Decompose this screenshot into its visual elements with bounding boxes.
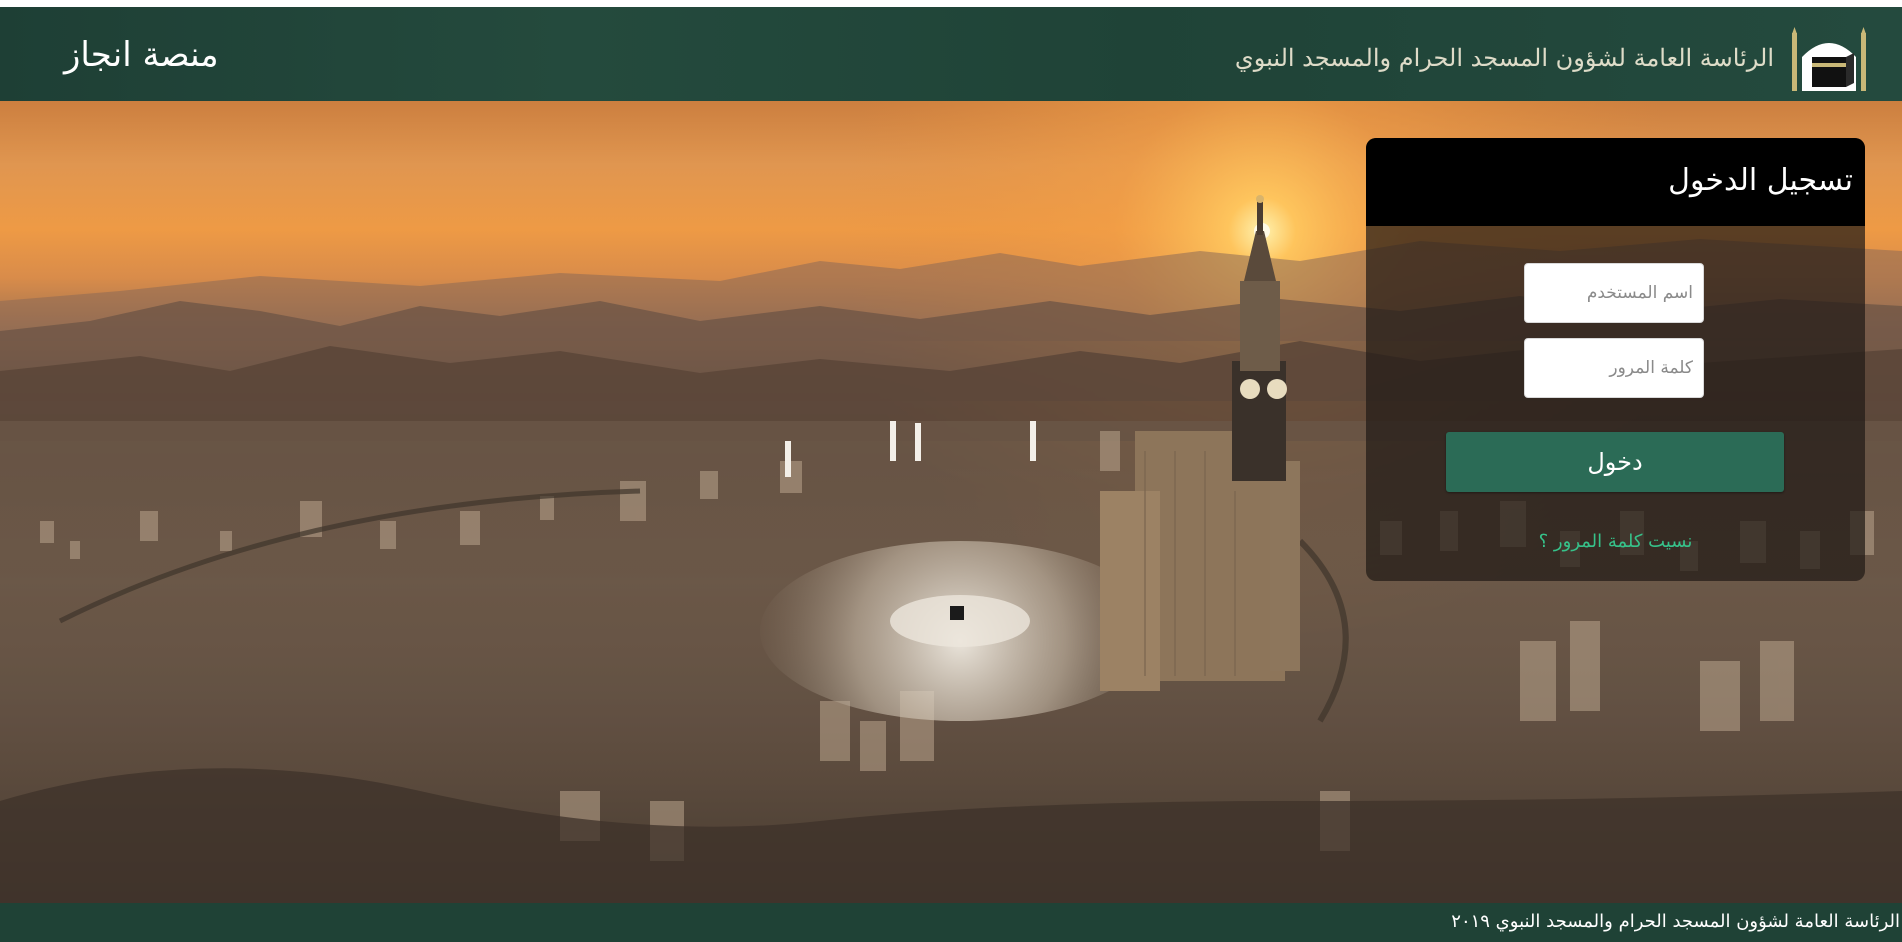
brand-title: منصة انجاز <box>64 35 219 75</box>
login-title: تسجيل الدخول <box>1668 163 1853 198</box>
login-button[interactable]: دخول <box>1446 432 1784 492</box>
login-header: تسجيل الدخول <box>1366 138 1865 226</box>
username-input[interactable] <box>1524 263 1704 323</box>
password-input[interactable] <box>1524 338 1704 398</box>
top-strip <box>0 0 1902 7</box>
organization-logo: الرئاسة العامة لشؤون المسجد الحرام والمس… <box>1235 21 1888 93</box>
footer-copyright: الرئاسة العامة لشؤون المسجد الحرام والمس… <box>1451 911 1900 932</box>
footer-bar: الرئاسة العامة لشؤون المسجد الحرام والمس… <box>0 903 1902 942</box>
header-bar: منصة انجاز الرئاسة العامة لشؤون المسجد ا… <box>0 7 1902 101</box>
login-panel: تسجيل الدخول دخول نسيت كلمة المرور ؟ <box>1366 138 1865 581</box>
kaaba-emblem-icon <box>1792 27 1866 91</box>
organization-name-calligraphy: الرئاسة العامة لشؤون المسجد الحرام والمس… <box>1234 44 1774 72</box>
forgot-password-link[interactable]: نسيت كلمة المرور ؟ <box>1366 530 1865 554</box>
